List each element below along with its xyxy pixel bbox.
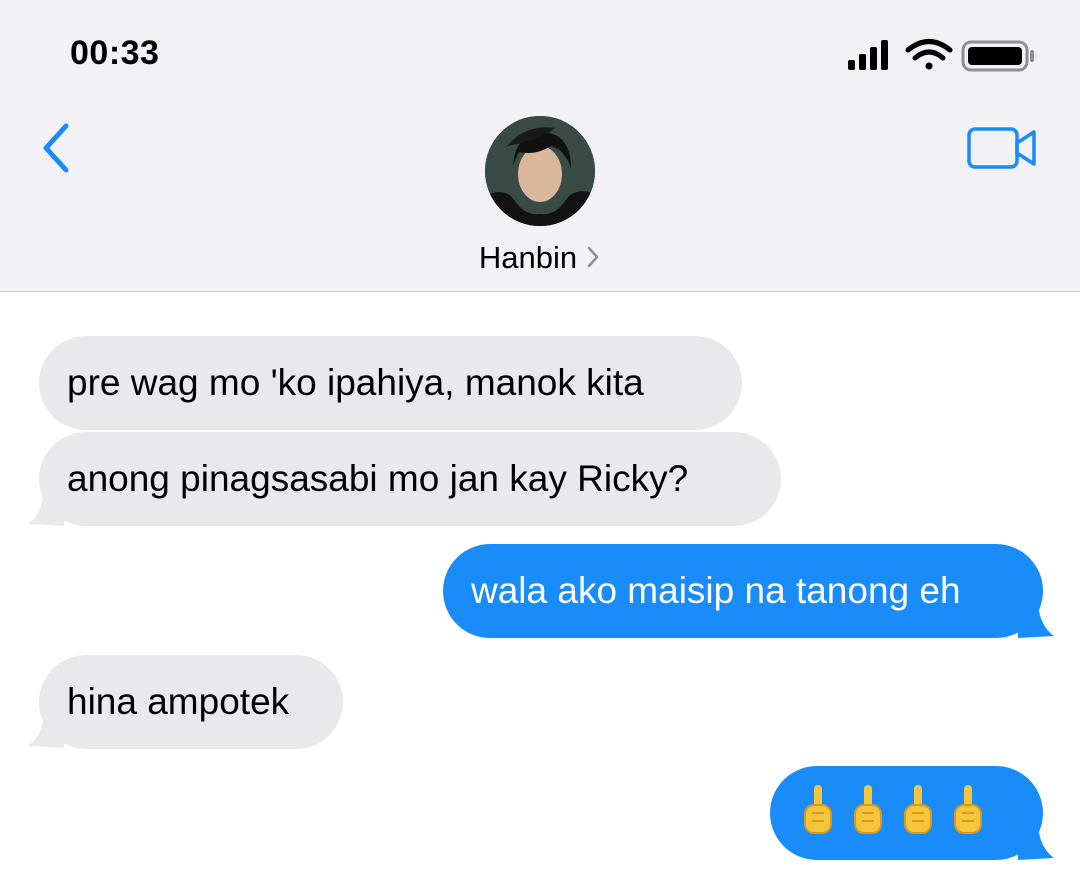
message-text: anong pinagsasabi mo jan kay Ricky?: [67, 458, 689, 499]
video-call-button[interactable]: [966, 124, 1040, 174]
avatar-image: [485, 116, 595, 226]
sent-message-bubble[interactable]: wala ako maisip na tanong eh: [443, 544, 1043, 638]
cellular-signal-icon: [848, 40, 888, 70]
wifi-icon: [905, 39, 953, 70]
message-text: wala ako maisip na tanong eh: [471, 570, 961, 611]
conversation-header: 00:33 Hanbin: [0, 0, 1080, 292]
message-text: hina ampotek: [67, 681, 290, 722]
middle-finger-emoji: [904, 785, 932, 834]
chevron-left-icon: [43, 123, 69, 173]
middle-finger-emoji: [804, 785, 832, 834]
status-icons: [848, 39, 1034, 72]
status-time: 00:33: [70, 34, 160, 72]
received-message-bubble[interactable]: pre wag mo 'ko ipahiya, manok kita: [39, 336, 742, 430]
battery-icon: [961, 40, 1034, 72]
middle-finger-emoji: [854, 785, 882, 834]
back-button[interactable]: [36, 118, 86, 178]
received-message-bubble[interactable]: hina ampotek: [39, 655, 343, 749]
contact-name-button[interactable]: Hanbin: [0, 240, 1080, 276]
bubble-tail: [1018, 592, 1054, 638]
bubble-tail: [28, 480, 64, 526]
received-message-bubble[interactable]: anong pinagsasabi mo jan kay Ricky?: [39, 432, 781, 526]
middle-finger-emoji: [954, 785, 982, 834]
video-camera-icon: [967, 127, 1036, 169]
emoji-row: [800, 766, 1013, 860]
contact-name: Hanbin: [478, 240, 578, 275]
sent-emoji-bubble[interactable]: [770, 766, 1043, 860]
chevron-right-icon: [587, 246, 599, 268]
bubble-tail: [28, 702, 64, 748]
message-text: pre wag mo 'ko ipahiya, manok kita: [67, 362, 644, 403]
bubble-tail: [1018, 814, 1054, 860]
avatar[interactable]: [485, 116, 595, 226]
